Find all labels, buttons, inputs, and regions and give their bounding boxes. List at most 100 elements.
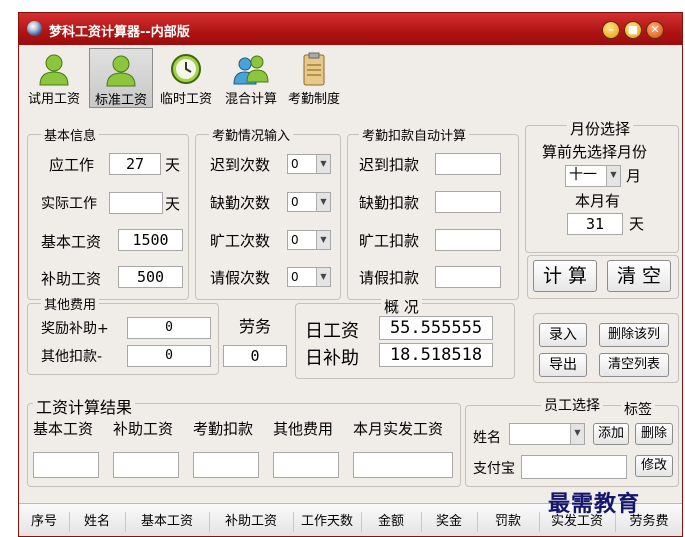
- late-count-select[interactable]: 0 ▼: [287, 154, 331, 174]
- result-title: 工资计算结果: [33, 394, 136, 418]
- tab-label: 混合计算: [224, 92, 277, 107]
- tab-standard-salary[interactable]: 标准工资: [89, 48, 153, 108]
- other-fees-title: 其他费用: [41, 294, 100, 313]
- chevron-down-icon[interactable]: ▼: [316, 155, 330, 173]
- month-days-label: 本月有: [575, 192, 621, 210]
- delete-employee-button[interactable]: 删除: [635, 423, 673, 445]
- month-select[interactable]: 十一 ▼: [565, 165, 621, 187]
- labor-field[interactable]: 0: [223, 345, 287, 367]
- result-col-other: 其他费用: [273, 420, 334, 438]
- chevron-down-icon[interactable]: ▼: [570, 424, 584, 444]
- leave-count-value: 0: [291, 270, 299, 284]
- absent-count-label: 缺勤次数: [210, 194, 271, 212]
- actual-work-field[interactable]: [109, 192, 163, 214]
- chevron-down-icon[interactable]: ▼: [316, 231, 330, 249]
- overview-title: 概 况: [381, 296, 422, 317]
- month-title: 月份选择: [567, 118, 634, 139]
- watermark-text: 最需教育: [548, 491, 641, 517]
- daily-salary-field[interactable]: 55.555555: [379, 316, 493, 340]
- column-header[interactable]: 补助工资: [209, 512, 294, 532]
- clear-list-button[interactable]: 清空列表: [599, 353, 669, 377]
- column-header[interactable]: 奖金: [421, 512, 478, 532]
- close-button[interactable]: ✕: [646, 21, 664, 39]
- bonus-label: 奖励补助+: [41, 321, 109, 337]
- daily-subsidy-field[interactable]: 18.518518: [379, 343, 493, 367]
- window-title: 梦科工资计算器--内部版: [49, 25, 190, 40]
- actual-work-label: 实际工作: [41, 196, 97, 212]
- daily-salary-label: 日工资: [305, 321, 359, 342]
- user-icon: [106, 55, 136, 87]
- result-col-base: 基本工资: [33, 420, 94, 438]
- maximize-button[interactable]: ■: [624, 21, 642, 39]
- export-button[interactable]: 导出: [539, 353, 587, 377]
- should-work-unit: 天: [165, 156, 181, 174]
- clipboard-icon: [303, 52, 325, 86]
- result-net-field[interactable]: [353, 452, 453, 478]
- truant-count-label: 旷工次数: [210, 232, 271, 250]
- chevron-down-icon[interactable]: ▼: [316, 193, 330, 211]
- deduction-title: 考勤扣款自动计算: [359, 125, 470, 144]
- tab-mixed-calc[interactable]: 混合计算: [220, 48, 282, 108]
- truant-deduction-field[interactable]: [435, 229, 501, 251]
- other-deduction-field[interactable]: 0: [127, 345, 211, 367]
- absent-deduction-field[interactable]: [435, 191, 501, 213]
- clock-icon: [171, 54, 201, 84]
- column-header[interactable]: 工作天数: [293, 512, 362, 532]
- should-work-label: 应工作: [49, 156, 95, 174]
- absent-deduction-label: 缺勤扣款: [359, 194, 420, 212]
- absent-count-value: 0: [291, 195, 299, 209]
- employee-name-select[interactable]: ▼: [509, 423, 585, 445]
- month-hint: 算前先选择月份: [542, 143, 648, 161]
- tab-label: 试用工资: [27, 92, 80, 107]
- result-base-field[interactable]: [33, 452, 99, 478]
- subsidy-field[interactable]: 500: [118, 266, 183, 288]
- tab-temporary-salary[interactable]: 临时工资: [155, 48, 217, 108]
- user-icon: [39, 54, 69, 86]
- late-count-label: 迟到次数: [210, 156, 271, 174]
- truant-count-select[interactable]: 0 ▼: [287, 230, 331, 250]
- calculate-button[interactable]: 计 算: [533, 260, 597, 292]
- tab-label: 临时工资: [159, 92, 212, 107]
- add-employee-button[interactable]: 添加: [593, 423, 629, 445]
- chevron-down-icon[interactable]: ▼: [316, 268, 330, 286]
- app-window: 梦科工资计算器--内部版 – ■ ✕ 试用工资 标准工资 临时工资 混合计算 考…: [18, 12, 683, 537]
- column-header[interactable]: 罚款: [477, 512, 540, 532]
- tab-trial-salary[interactable]: 试用工资: [23, 48, 85, 108]
- tab-attendance-policy[interactable]: 考勤制度: [284, 48, 344, 108]
- daily-subsidy-label: 日补助: [305, 348, 359, 369]
- modify-employee-button[interactable]: 修改: [635, 455, 673, 477]
- other-deduction-label: 其他扣款-: [41, 349, 103, 365]
- late-deduction-field[interactable]: [435, 153, 501, 175]
- column-header[interactable]: 序号: [19, 512, 70, 532]
- base-salary-field[interactable]: 1500: [118, 229, 183, 251]
- users-icon: [233, 55, 269, 85]
- leave-deduction-field[interactable]: [435, 266, 501, 288]
- subsidy-label: 补助工资: [41, 270, 102, 288]
- column-header[interactable]: 金额: [361, 512, 422, 532]
- truant-count-value: 0: [291, 233, 299, 247]
- title-bar[interactable]: 梦科工资计算器--内部版 – ■ ✕: [19, 13, 682, 45]
- result-col-deduction: 考勤扣款: [193, 420, 254, 438]
- result-deduction-field[interactable]: [193, 452, 259, 478]
- leave-count-select[interactable]: 0 ▼: [287, 267, 331, 287]
- alipay-field[interactable]: [521, 455, 627, 479]
- month-unit: 月: [626, 167, 642, 185]
- column-header[interactable]: 基本工资: [125, 512, 210, 532]
- bonus-field[interactable]: 0: [127, 317, 211, 339]
- column-header[interactable]: 姓名: [69, 512, 126, 532]
- result-col-subsidy: 补助工资: [113, 420, 174, 438]
- absent-count-select[interactable]: 0 ▼: [287, 192, 331, 212]
- should-work-field[interactable]: 27: [109, 153, 161, 175]
- labor-label: 劳务: [239, 317, 272, 336]
- result-other-field[interactable]: [273, 452, 339, 478]
- enter-button[interactable]: 录入: [539, 323, 587, 347]
- month-days-field[interactable]: 31: [567, 213, 623, 235]
- late-count-value: 0: [291, 157, 299, 171]
- employee-name-label: 姓名: [473, 430, 501, 446]
- clear-button[interactable]: 清 空: [607, 260, 671, 292]
- toolbar: 试用工资 标准工资 临时工资 混合计算 考勤制度: [19, 46, 682, 112]
- minimize-button[interactable]: –: [602, 21, 620, 39]
- result-subsidy-field[interactable]: [113, 452, 179, 478]
- chevron-down-icon[interactable]: ▼: [606, 166, 620, 186]
- delete-row-button[interactable]: 删除该列: [599, 323, 669, 347]
